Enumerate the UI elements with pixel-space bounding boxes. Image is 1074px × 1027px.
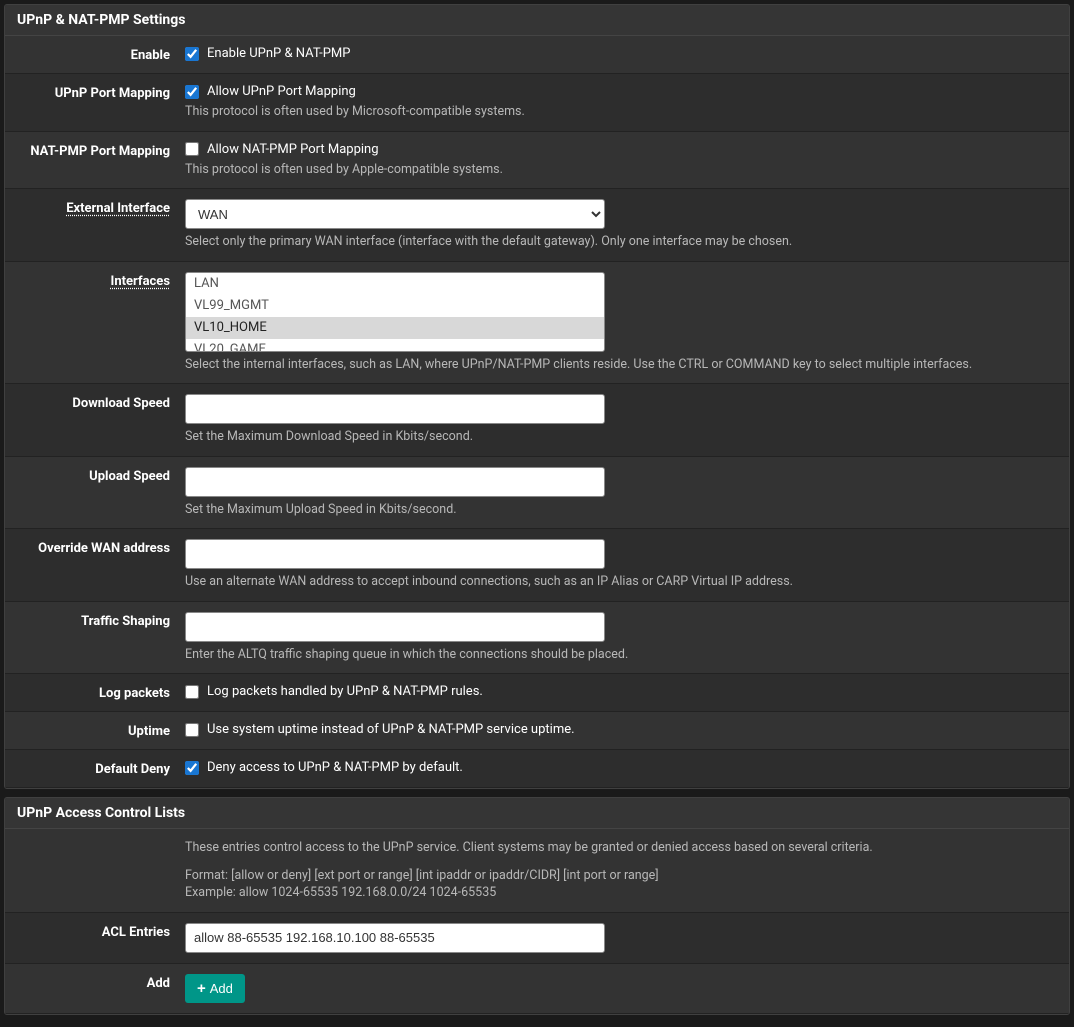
external-interface-help: Select only the primary WAN interface (i… xyxy=(185,233,1057,251)
uptime-checkbox[interactable] xyxy=(185,723,199,737)
row-download-speed: Download Speed Set the Maximum Download … xyxy=(5,384,1069,457)
interfaces-help: Select the internal interfaces, such as … xyxy=(185,356,1057,374)
label-traffic-shaping: Traffic Shaping xyxy=(5,612,185,664)
label-download-speed: Download Speed xyxy=(5,394,185,446)
interface-option-mgmt[interactable]: VL99_MGMT xyxy=(186,295,604,317)
log-packets-checkbox[interactable] xyxy=(185,685,199,699)
row-override-wan: Override WAN address Use an alternate WA… xyxy=(5,529,1069,602)
label-log-packets: Log packets xyxy=(5,684,185,701)
row-acl-add: Add + Add xyxy=(5,964,1069,1014)
upnp-mapping-checkbox-label[interactable]: Allow UPnP Port Mapping xyxy=(207,84,356,99)
label-upnp-mapping: UPnP Port Mapping xyxy=(5,84,185,121)
add-button-label: Add xyxy=(210,981,233,996)
acl-entry-input[interactable] xyxy=(185,923,605,953)
row-default-deny: Default Deny Deny access to UPnP & NAT-P… xyxy=(5,750,1069,788)
interface-option-game[interactable]: VL20_GAME xyxy=(186,339,604,350)
row-external-interface: External Interface WAN Select only the p… xyxy=(5,189,1069,262)
row-interfaces: Interfaces LAN VL99_MGMT VL10_HOME VL20_… xyxy=(5,262,1069,385)
natpmp-mapping-checkbox-label[interactable]: Allow NAT-PMP Port Mapping xyxy=(207,142,379,157)
row-upnp-mapping: UPnP Port Mapping Allow UPnP Port Mappin… xyxy=(5,74,1069,132)
override-wan-help: Use an alternate WAN address to accept i… xyxy=(185,573,1057,591)
uptime-checkbox-label[interactable]: Use system uptime instead of UPnP & NAT-… xyxy=(207,722,575,737)
label-default-deny: Default Deny xyxy=(5,760,185,777)
label-interfaces: Interfaces xyxy=(5,272,185,374)
enable-checkbox-label[interactable]: Enable UPnP & NAT-PMP xyxy=(207,46,350,61)
label-override-wan: Override WAN address xyxy=(5,539,185,591)
acl-example-text: Example: allow 1024-65535 192.168.0.0/24… xyxy=(185,884,1057,902)
upload-speed-input[interactable] xyxy=(185,467,605,497)
label-natpmp-mapping: NAT-PMP Port Mapping xyxy=(5,142,185,179)
natpmp-mapping-checkbox[interactable] xyxy=(185,142,199,156)
row-traffic-shaping: Traffic Shaping Enter the ALTQ traffic s… xyxy=(5,602,1069,675)
label-uptime: Uptime xyxy=(5,722,185,739)
settings-panel-title: UPnP & NAT-PMP Settings xyxy=(5,5,1069,36)
row-acl-intro: These entries control access to the UPnP… xyxy=(5,829,1069,913)
acl-intro-text: These entries control access to the UPnP… xyxy=(185,839,1057,857)
row-acl-entries: ACL Entries xyxy=(5,913,1069,964)
interfaces-multiselect[interactable]: LAN VL99_MGMT VL10_HOME VL20_GAME xyxy=(185,272,605,352)
row-log-packets: Log packets Log packets handled by UPnP … xyxy=(5,674,1069,712)
download-speed-help: Set the Maximum Download Speed in Kbits/… xyxy=(185,428,1057,446)
external-interface-select[interactable]: WAN xyxy=(185,199,605,229)
row-enable: Enable Enable UPnP & NAT-PMP xyxy=(5,36,1069,74)
row-natpmp-mapping: NAT-PMP Port Mapping Allow NAT-PMP Port … xyxy=(5,132,1069,190)
log-packets-checkbox-label[interactable]: Log packets handled by UPnP & NAT-PMP ru… xyxy=(207,684,483,699)
row-upload-speed: Upload Speed Set the Maximum Upload Spee… xyxy=(5,457,1069,530)
row-uptime: Uptime Use system uptime instead of UPnP… xyxy=(5,712,1069,750)
upload-speed-help: Set the Maximum Upload Speed in Kbits/se… xyxy=(185,501,1057,519)
traffic-shaping-help: Enter the ALTQ traffic shaping queue in … xyxy=(185,646,1057,664)
default-deny-checkbox[interactable] xyxy=(185,761,199,775)
acl-panel-title: UPnP Access Control Lists xyxy=(5,798,1069,829)
download-speed-input[interactable] xyxy=(185,394,605,424)
plus-icon: + xyxy=(197,981,206,996)
traffic-shaping-input[interactable] xyxy=(185,612,605,642)
label-enable: Enable xyxy=(5,46,185,63)
natpmp-mapping-help: This protocol is often used by Apple-com… xyxy=(185,161,1057,179)
override-wan-input[interactable] xyxy=(185,539,605,569)
add-button[interactable]: + Add xyxy=(185,974,245,1003)
default-deny-checkbox-label[interactable]: Deny access to UPnP & NAT-PMP by default… xyxy=(207,760,463,775)
acl-format-text: Format: [allow or deny] [ext port or ran… xyxy=(185,867,1057,885)
interface-option-lan[interactable]: LAN xyxy=(186,273,604,295)
interface-option-home[interactable]: VL10_HOME xyxy=(186,317,604,339)
acl-panel: UPnP Access Control Lists These entries … xyxy=(4,797,1070,1015)
label-external-interface: External Interface xyxy=(5,199,185,251)
enable-checkbox[interactable] xyxy=(185,47,199,61)
label-upload-speed: Upload Speed xyxy=(5,467,185,519)
label-acl-add: Add xyxy=(5,974,185,1003)
upnp-mapping-help: This protocol is often used by Microsoft… xyxy=(185,103,1057,121)
settings-panel: UPnP & NAT-PMP Settings Enable Enable UP… xyxy=(4,4,1070,789)
upnp-mapping-checkbox[interactable] xyxy=(185,85,199,99)
label-acl-entries: ACL Entries xyxy=(5,923,185,953)
